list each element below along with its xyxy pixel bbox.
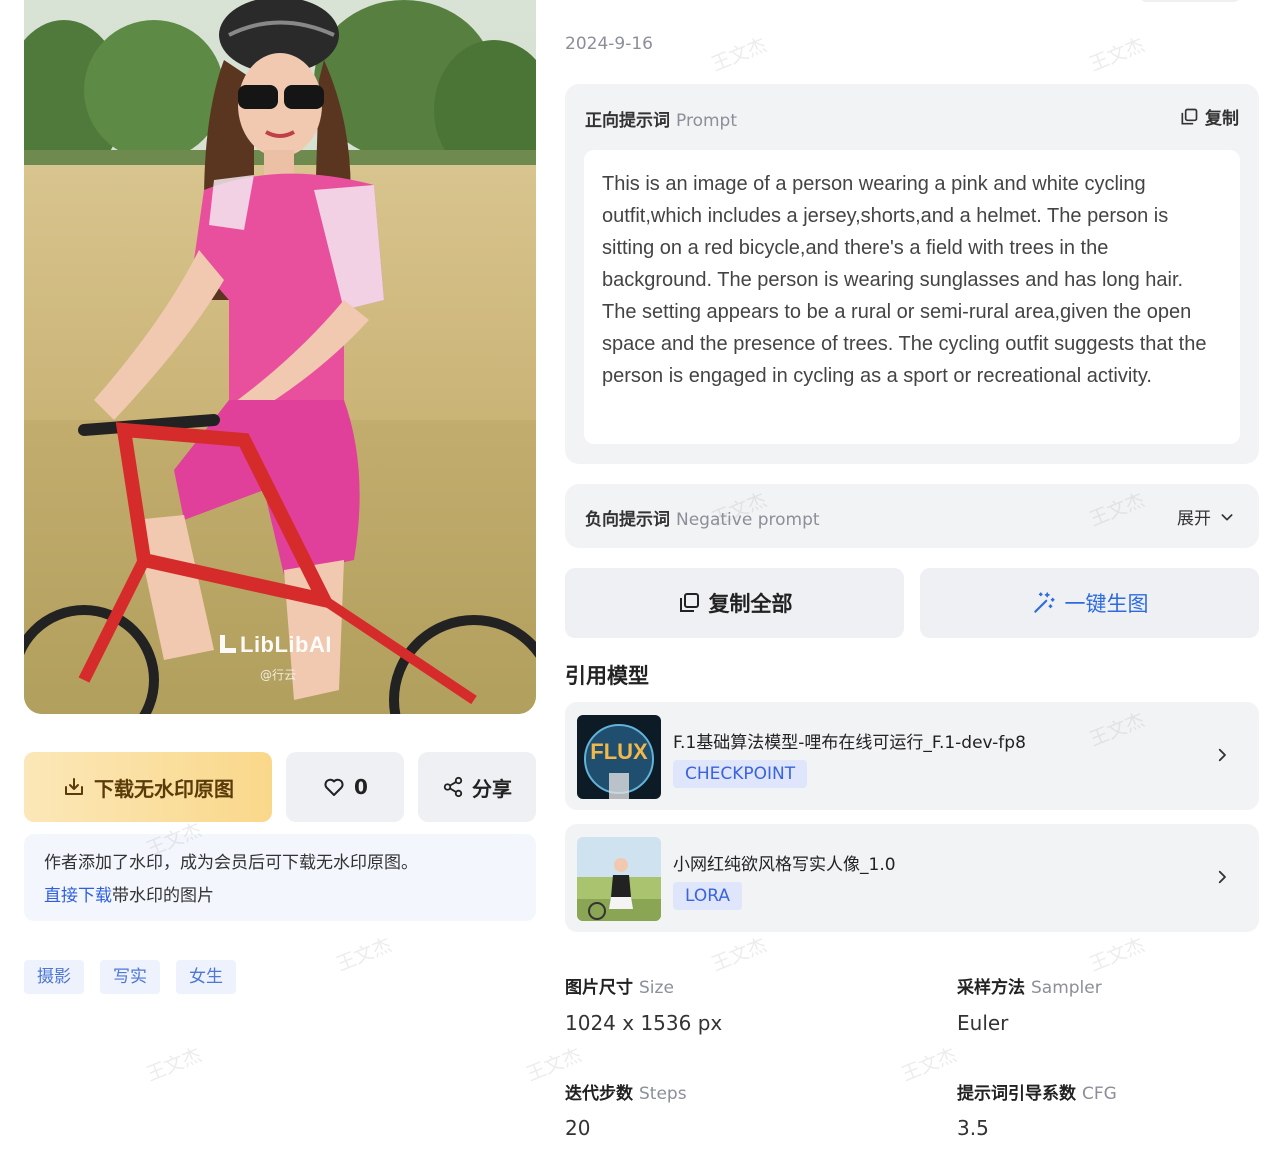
notice-text: 作者添加了水印，成为会员后可下载无水印原图。	[44, 853, 418, 873]
copy-icon	[679, 593, 699, 612]
generate-label: 一键生图	[1064, 592, 1149, 616]
expand-negative-button[interactable]: 展开	[1177, 504, 1235, 529]
generated-image[interactable]: LibLibAI @行云	[24, 0, 536, 714]
like-count: 0	[354, 775, 368, 799]
model-thumbnail: FLUX	[577, 715, 661, 799]
model-name: 小网红纯欲风格写实人像_1.0	[673, 855, 896, 875]
negative-prompt-panel: 负向提示词 Negative prompt 展开	[565, 484, 1259, 548]
watermark-notice: 作者添加了水印，成为会员后可下载无水印原图。 直接下载带水印的图片	[24, 834, 536, 921]
param-sampler-label: 采样方法 Sampler	[957, 973, 1102, 998]
model-type-badge: LORA	[673, 882, 742, 910]
model-card-lora[interactable]: 小网红纯欲风格写实人像_1.0 LORA	[565, 824, 1259, 932]
cyclist-photo	[24, 0, 536, 714]
prompt-title-sub: Prompt	[676, 111, 737, 131]
negative-title-text: 负向提示词	[585, 510, 670, 530]
lora-thumbnail-image	[577, 837, 661, 921]
copy-all-label: 复制全部	[708, 592, 793, 616]
notice-link-suffix: 带水印的图片	[112, 886, 214, 906]
param-cfg-sub: CFG	[1082, 1084, 1117, 1104]
param-sampler-label-text: 采样方法	[957, 978, 1025, 998]
prompt-text: This is an image of a person wearing a p…	[584, 150, 1240, 444]
image-watermark: LibLibAI	[220, 632, 332, 658]
param-cfg-label: 提示词引导系数 CFG	[957, 1079, 1117, 1104]
download-label: 下载无水印原图	[94, 776, 234, 801]
flux-logo-text: FLUX	[590, 739, 648, 764]
share-label: 分享	[472, 776, 512, 801]
overlay-watermark: 王文杰	[1086, 934, 1148, 976]
param-sampler-value: Euler	[957, 1011, 1009, 1035]
cropped-top-element	[1140, 0, 1240, 2]
param-size-label: 图片尺寸 Size	[565, 973, 674, 998]
param-size-value: 1024 x 1536 px	[565, 1011, 723, 1035]
param-steps-label: 迭代步数 Steps	[565, 1079, 687, 1104]
overlay-watermark: 王文杰	[333, 934, 395, 976]
liblib-logo-icon	[220, 635, 236, 653]
tag-item[interactable]: 女生	[176, 960, 236, 994]
copy-all-button[interactable]: 复制全部	[565, 568, 904, 638]
generate-button[interactable]: 一键生图	[920, 568, 1259, 638]
image-action-row: 下载无水印原图 0 分享	[24, 752, 536, 822]
like-button[interactable]: 0	[286, 752, 404, 822]
heart-icon	[324, 778, 344, 796]
model-type-badge: CHECKPOINT	[673, 760, 808, 788]
param-sampler-sub: Sampler	[1031, 978, 1102, 998]
chevron-down-icon	[1221, 513, 1233, 520]
expand-label: 展开	[1177, 509, 1211, 529]
share-icon	[443, 776, 463, 798]
overlay-watermark: 王文杰	[708, 34, 770, 76]
magic-wand-icon	[1033, 592, 1055, 613]
tag-item[interactable]: 写实	[100, 960, 160, 994]
param-cfg-label-text: 提示词引导系数	[957, 1084, 1076, 1104]
param-cfg-value: 3.5	[957, 1116, 989, 1140]
param-size-label-text: 图片尺寸	[565, 978, 633, 998]
param-steps-sub: Steps	[639, 1084, 687, 1104]
referenced-models-title: 引用模型	[565, 664, 649, 688]
prompt-title: 正向提示词 Prompt	[585, 106, 737, 131]
image-credit: @行云	[260, 668, 297, 682]
model-name: F.1基础算法模型-哩布在线可运行_F.1-dev-fp8	[673, 733, 1026, 753]
prompt-panel: 正向提示词 Prompt 复制 This is an image of a per…	[565, 84, 1259, 464]
copy-prompt-button[interactable]: 复制	[1179, 104, 1239, 129]
param-size-sub: Size	[639, 978, 674, 998]
watermark-brand-text: LibLibAI	[240, 632, 332, 657]
negative-title: 负向提示词 Negative prompt	[585, 505, 820, 530]
chevron-right-icon	[1218, 748, 1226, 762]
prompt-title-text: 正向提示词	[585, 111, 670, 131]
model-thumbnail	[577, 837, 661, 921]
notice-line2: 直接下载带水印的图片	[44, 884, 214, 908]
share-button[interactable]: 分享	[418, 752, 536, 822]
overlay-watermark: 王文杰	[1086, 34, 1148, 76]
publish-date: 2024-9-16	[565, 34, 653, 54]
tag-list: 摄影 写实 女生	[24, 960, 236, 994]
copy-label: 复制	[1205, 109, 1239, 129]
copy-icon	[1181, 108, 1198, 124]
tag-item[interactable]: 摄影	[24, 960, 84, 994]
overlay-watermark: 王文杰	[143, 1044, 205, 1086]
overlay-watermark: 王文杰	[708, 934, 770, 976]
param-steps-label-text: 迭代步数	[565, 1084, 633, 1104]
chevron-right-icon	[1218, 870, 1226, 884]
model-card-checkpoint[interactable]: FLUX F.1基础算法模型-哩布在线可运行_F.1-dev-fp8 CHECK…	[565, 702, 1259, 810]
download-original-button[interactable]: 下载无水印原图	[24, 752, 272, 822]
flux-thumbnail-image: FLUX	[577, 715, 661, 799]
param-steps-value: 20	[565, 1116, 591, 1140]
negative-title-sub: Negative prompt	[676, 510, 820, 530]
direct-download-link[interactable]: 直接下载	[44, 886, 112, 906]
overlay-watermark: 王文杰	[898, 1044, 960, 1086]
download-icon	[65, 778, 83, 795]
